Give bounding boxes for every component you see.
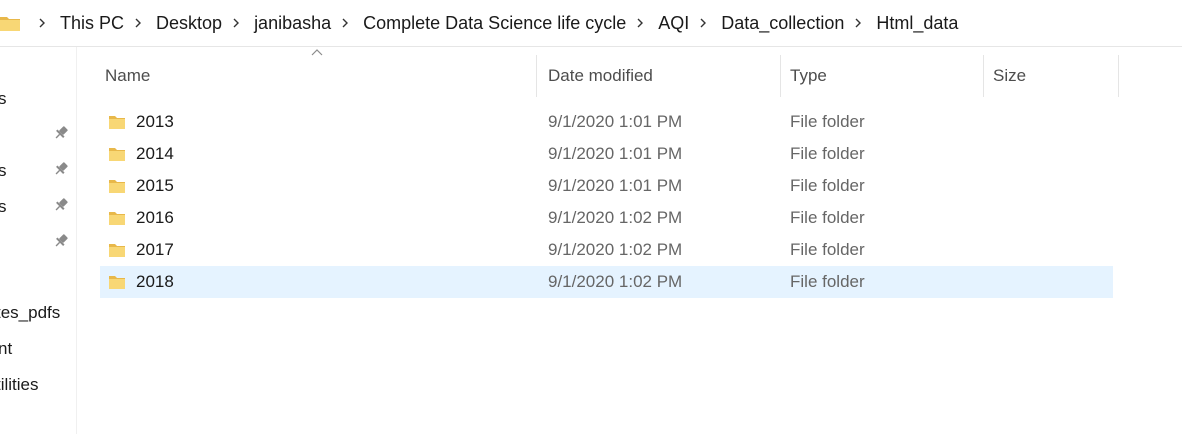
breadcrumb-item[interactable]: Complete Data Science life cycle (331, 13, 626, 33)
file-row[interactable]: 2017 9/1/2020 1:02 PM File folder (100, 234, 1113, 266)
file-name: 2016 (136, 208, 174, 227)
chevron-right-icon[interactable] (340, 18, 350, 28)
file-date-modified: 9/1/2020 1:01 PM (548, 112, 683, 131)
column-header-size[interactable]: Size (993, 61, 1026, 91)
pin-icon[interactable] (53, 161, 69, 177)
breadcrumb-label[interactable]: Data_collection (721, 13, 844, 33)
file-type: File folder (790, 176, 865, 195)
file-row[interactable]: 2015 9/1/2020 1:01 PM File folder (100, 170, 1113, 202)
column-divider[interactable] (1118, 55, 1119, 97)
chevron-right-icon[interactable] (133, 18, 143, 28)
navigation-pane[interactable]: ssstes_pdfsnttilities (0, 47, 77, 434)
nav-item-label: tilities (0, 375, 39, 394)
breadcrumb-label[interactable]: Desktop (156, 13, 222, 33)
nav-item-label: s (0, 89, 7, 109)
file-name: 2017 (136, 240, 174, 259)
column-divider[interactable] (536, 55, 537, 97)
folder-icon (109, 180, 125, 193)
breadcrumb-item[interactable]: Data_collection (689, 13, 844, 33)
chevron-right-icon[interactable] (698, 18, 708, 28)
address-bar[interactable]: This PC Desktop janibasha Complete Data Sci… (0, 0, 1182, 47)
column-divider[interactable] (983, 55, 984, 97)
nav-item[interactable] (0, 227, 76, 257)
folder-icon (109, 276, 125, 289)
column-header-date-modified[interactable]: Date modified (548, 61, 653, 91)
file-date-modified: 9/1/2020 1:01 PM (548, 176, 683, 195)
breadcrumb-item[interactable]: Desktop (124, 13, 222, 33)
breadcrumb-label[interactable]: Complete Data Science life cycle (363, 13, 626, 33)
file-type: File folder (790, 208, 865, 227)
breadcrumb-item[interactable]: Html_data (844, 13, 958, 33)
nav-item-label: s (0, 197, 7, 217)
nav-item-label: s (0, 161, 7, 181)
file-row[interactable]: 2014 9/1/2020 1:01 PM File folder (100, 138, 1113, 170)
breadcrumb-label[interactable]: janibasha (254, 13, 331, 33)
file-date-modified: 9/1/2020 1:02 PM (548, 272, 683, 291)
file-type: File folder (790, 112, 865, 131)
folder-icon (109, 116, 125, 129)
chevron-right-icon[interactable] (635, 18, 645, 28)
file-date-modified: 9/1/2020 1:02 PM (548, 208, 683, 227)
file-date-modified: 9/1/2020 1:01 PM (548, 144, 683, 163)
column-divider[interactable] (780, 55, 781, 97)
file-name: 2018 (136, 272, 174, 291)
file-row[interactable]: 2016 9/1/2020 1:02 PM File folder (100, 202, 1113, 234)
nav-item[interactable]: nt (0, 333, 76, 363)
breadcrumb: This PC Desktop janibasha Complete Data Sci… (28, 0, 958, 46)
breadcrumb-item[interactable]: AQI (626, 13, 689, 33)
file-date-modified: 9/1/2020 1:02 PM (548, 240, 683, 259)
nav-item-label: nt (0, 339, 13, 358)
file-row[interactable]: 2013 9/1/2020 1:01 PM File folder (100, 106, 1113, 138)
file-name: 2015 (136, 176, 174, 195)
breadcrumb-label[interactable]: Html_data (876, 13, 958, 33)
chevron-right-icon[interactable] (853, 18, 863, 28)
nav-item[interactable]: tes_pdfs (0, 297, 76, 327)
file-row[interactable]: 2018 9/1/2020 1:02 PM File folder (100, 266, 1113, 298)
breadcrumb-item[interactable]: This PC (28, 13, 124, 33)
chevron-right-icon[interactable] (37, 18, 47, 28)
column-header-name[interactable]: Name (105, 61, 150, 91)
nav-item[interactable]: tilities (0, 369, 76, 399)
folder-icon (0, 17, 20, 31)
file-name: 2013 (136, 112, 174, 131)
nav-item[interactable] (0, 119, 76, 149)
pin-icon[interactable] (53, 233, 69, 249)
file-type: File folder (790, 144, 865, 163)
sort-up-icon (311, 49, 323, 56)
breadcrumb-item[interactable]: janibasha (222, 13, 331, 33)
folder-icon (109, 212, 125, 225)
column-header-type[interactable]: Type (790, 61, 827, 91)
nav-item[interactable]: s (0, 155, 76, 185)
file-name: 2014 (136, 144, 174, 163)
breadcrumb-label[interactable]: This PC (60, 13, 124, 33)
nav-item[interactable]: s (0, 191, 76, 221)
folder-icon (109, 244, 125, 257)
chevron-right-icon[interactable] (231, 18, 241, 28)
nav-item-label: tes_pdfs (0, 303, 61, 322)
pin-icon[interactable] (53, 125, 69, 141)
folder-icon (109, 148, 125, 161)
column-headers: Name Date modified Type Size (77, 47, 1182, 105)
breadcrumb-label[interactable]: AQI (658, 13, 689, 33)
pin-icon[interactable] (53, 197, 69, 213)
file-type: File folder (790, 240, 865, 259)
nav-item[interactable]: s (0, 83, 76, 113)
file-type: File folder (790, 272, 865, 291)
